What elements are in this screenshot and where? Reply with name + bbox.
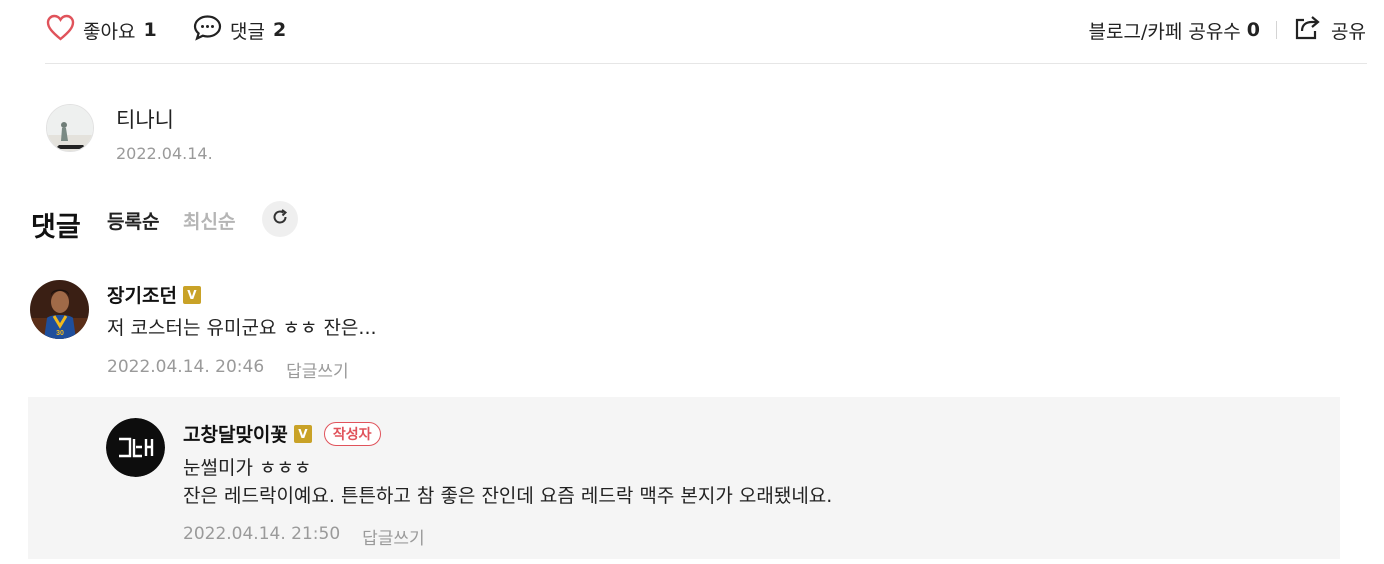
like-button[interactable]: 좋아요 1 (46, 14, 157, 46)
comment-meta: 2022.04.14. 20:46 답글쓰기 (107, 357, 349, 382)
reply-author-name[interactable]: 고창달맞이꽃 (183, 420, 288, 447)
comment-count: 2 (272, 19, 287, 41)
share-label: 공유 (1331, 20, 1366, 43)
verified-badge-icon: V (293, 424, 312, 443)
share-area: 블로그/카페 공유수 0 공유 (1088, 14, 1366, 46)
like-count: 1 (143, 19, 157, 41)
comment-bubble-icon (193, 14, 222, 46)
reply-link[interactable]: 답글쓰기 (286, 357, 349, 382)
commenter-avatar[interactable]: 30 (30, 280, 89, 339)
commenter-name-row: 장기조던 V (107, 281, 201, 308)
reply-date: 2022.04.14. 21:50 (183, 524, 341, 544)
author-avatar[interactable] (46, 104, 94, 152)
svg-text:30: 30 (56, 330, 64, 337)
refresh-icon (271, 208, 289, 230)
comment-date: 2022.04.14. 20:46 (107, 357, 265, 377)
like-label: 좋아요 (83, 20, 136, 43)
verified-badge-icon: V (182, 285, 201, 304)
author-date: 2022.04.14. (116, 144, 213, 163)
refresh-button[interactable] (262, 201, 298, 237)
share-count-label: 블로그/카페 공유수 (1088, 20, 1241, 43)
share-icon (1293, 14, 1321, 46)
share-count: 0 (1246, 19, 1261, 41)
divider (1276, 21, 1278, 39)
heart-icon (46, 14, 75, 46)
share-button[interactable]: 공유 (1293, 14, 1366, 46)
reply-avatar[interactable] (106, 418, 165, 477)
author-tag-badge: 작성자 (323, 421, 381, 446)
comment-button[interactable]: 댓글 2 (193, 14, 286, 46)
reply-link[interactable]: 답글쓰기 (362, 524, 425, 549)
reply-meta: 2022.04.14. 21:50 답글쓰기 (183, 524, 425, 549)
reply-text-line2: 잔은 레드락이예요. 튼튼하고 참 좋은 잔인데 요즘 레드락 맥주 본지가 오… (183, 485, 833, 507)
comment-label: 댓글 (230, 20, 265, 43)
sort-registered-tab[interactable]: 등록순 (107, 207, 159, 234)
comments-title: 댓글 (31, 212, 81, 243)
commenter-name[interactable]: 장기조던 (107, 281, 177, 308)
comment-text: 저 코스터는 유미군요 ㅎㅎ 잔은... (107, 317, 377, 339)
reply-name-row: 고창달맞이꽃 V 작성자 (183, 420, 381, 447)
divider (45, 63, 1367, 64)
sort-latest-tab[interactable]: 최신순 (183, 207, 235, 234)
author-name[interactable]: 티나니 (116, 104, 174, 134)
